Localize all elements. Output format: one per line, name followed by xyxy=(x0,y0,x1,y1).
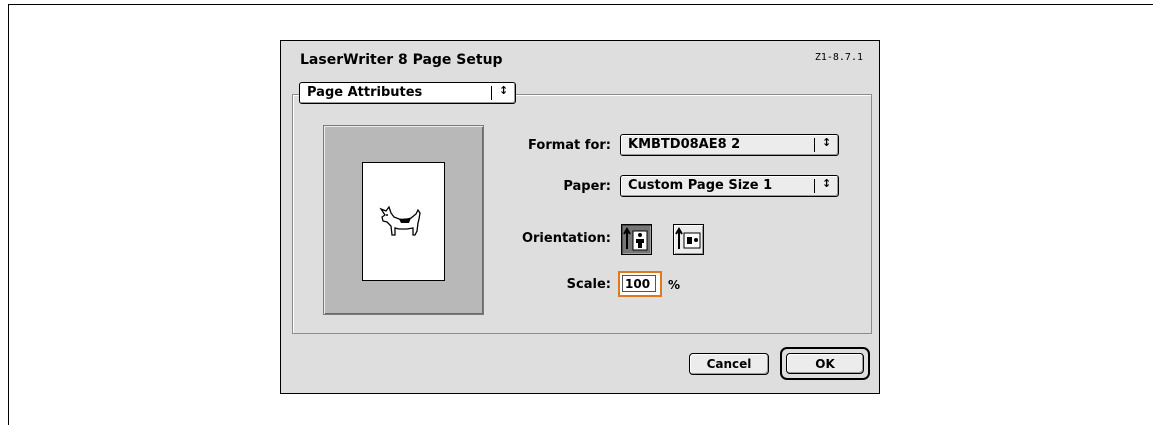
page-attributes-popup[interactable]: Page Attributes ↕ xyxy=(299,82,516,104)
page-preview xyxy=(323,125,484,315)
format-for-popup-value: KMBTD08AE8 2 xyxy=(628,137,741,152)
portrait-orientation-button[interactable] xyxy=(621,224,652,255)
document-frame-top xyxy=(8,4,1153,5)
scale-unit: % xyxy=(668,278,681,292)
paper-popup[interactable]: Custom Page Size 1 ↕ xyxy=(620,175,839,197)
landscape-orientation-button[interactable] xyxy=(673,224,704,255)
up-down-arrows-icon: ↕ xyxy=(499,84,509,97)
up-down-arrows-icon: ↕ xyxy=(822,177,832,190)
paper-popup-value: Custom Page Size 1 xyxy=(628,178,773,193)
dogcow-icon xyxy=(379,205,421,236)
version-label: Z1-8.7.1 xyxy=(814,52,863,63)
scale-field-focus-ring xyxy=(618,271,662,297)
landscape-orientation-icon xyxy=(675,227,701,249)
cancel-button[interactable]: Cancel xyxy=(689,353,769,375)
popup-divider xyxy=(814,138,815,152)
page-preview-sheet xyxy=(362,162,445,281)
ok-button[interactable]: OK xyxy=(786,353,864,374)
dialog-title: LaserWriter 8 Page Setup xyxy=(300,52,503,68)
format-for-label: Format for: xyxy=(528,138,611,153)
page-attributes-popup-label: Page Attributes xyxy=(307,85,423,100)
scale-input[interactable] xyxy=(622,275,656,292)
document-frame-left xyxy=(8,4,9,425)
popup-divider xyxy=(814,179,815,193)
ok-button-default-ring: OK xyxy=(780,347,870,380)
orientation-label: Orientation: xyxy=(521,231,611,246)
page-setup-dialog: LaserWriter 8 Page Setup Z1-8.7.1 Page A… xyxy=(280,40,880,394)
format-for-popup[interactable]: KMBTD08AE8 2 ↕ xyxy=(620,134,839,156)
popup-divider xyxy=(491,86,492,100)
paper-label: Paper: xyxy=(563,179,611,194)
up-down-arrows-icon: ↕ xyxy=(822,136,832,149)
scale-label: Scale: xyxy=(566,277,611,292)
portrait-orientation-icon xyxy=(623,227,648,251)
